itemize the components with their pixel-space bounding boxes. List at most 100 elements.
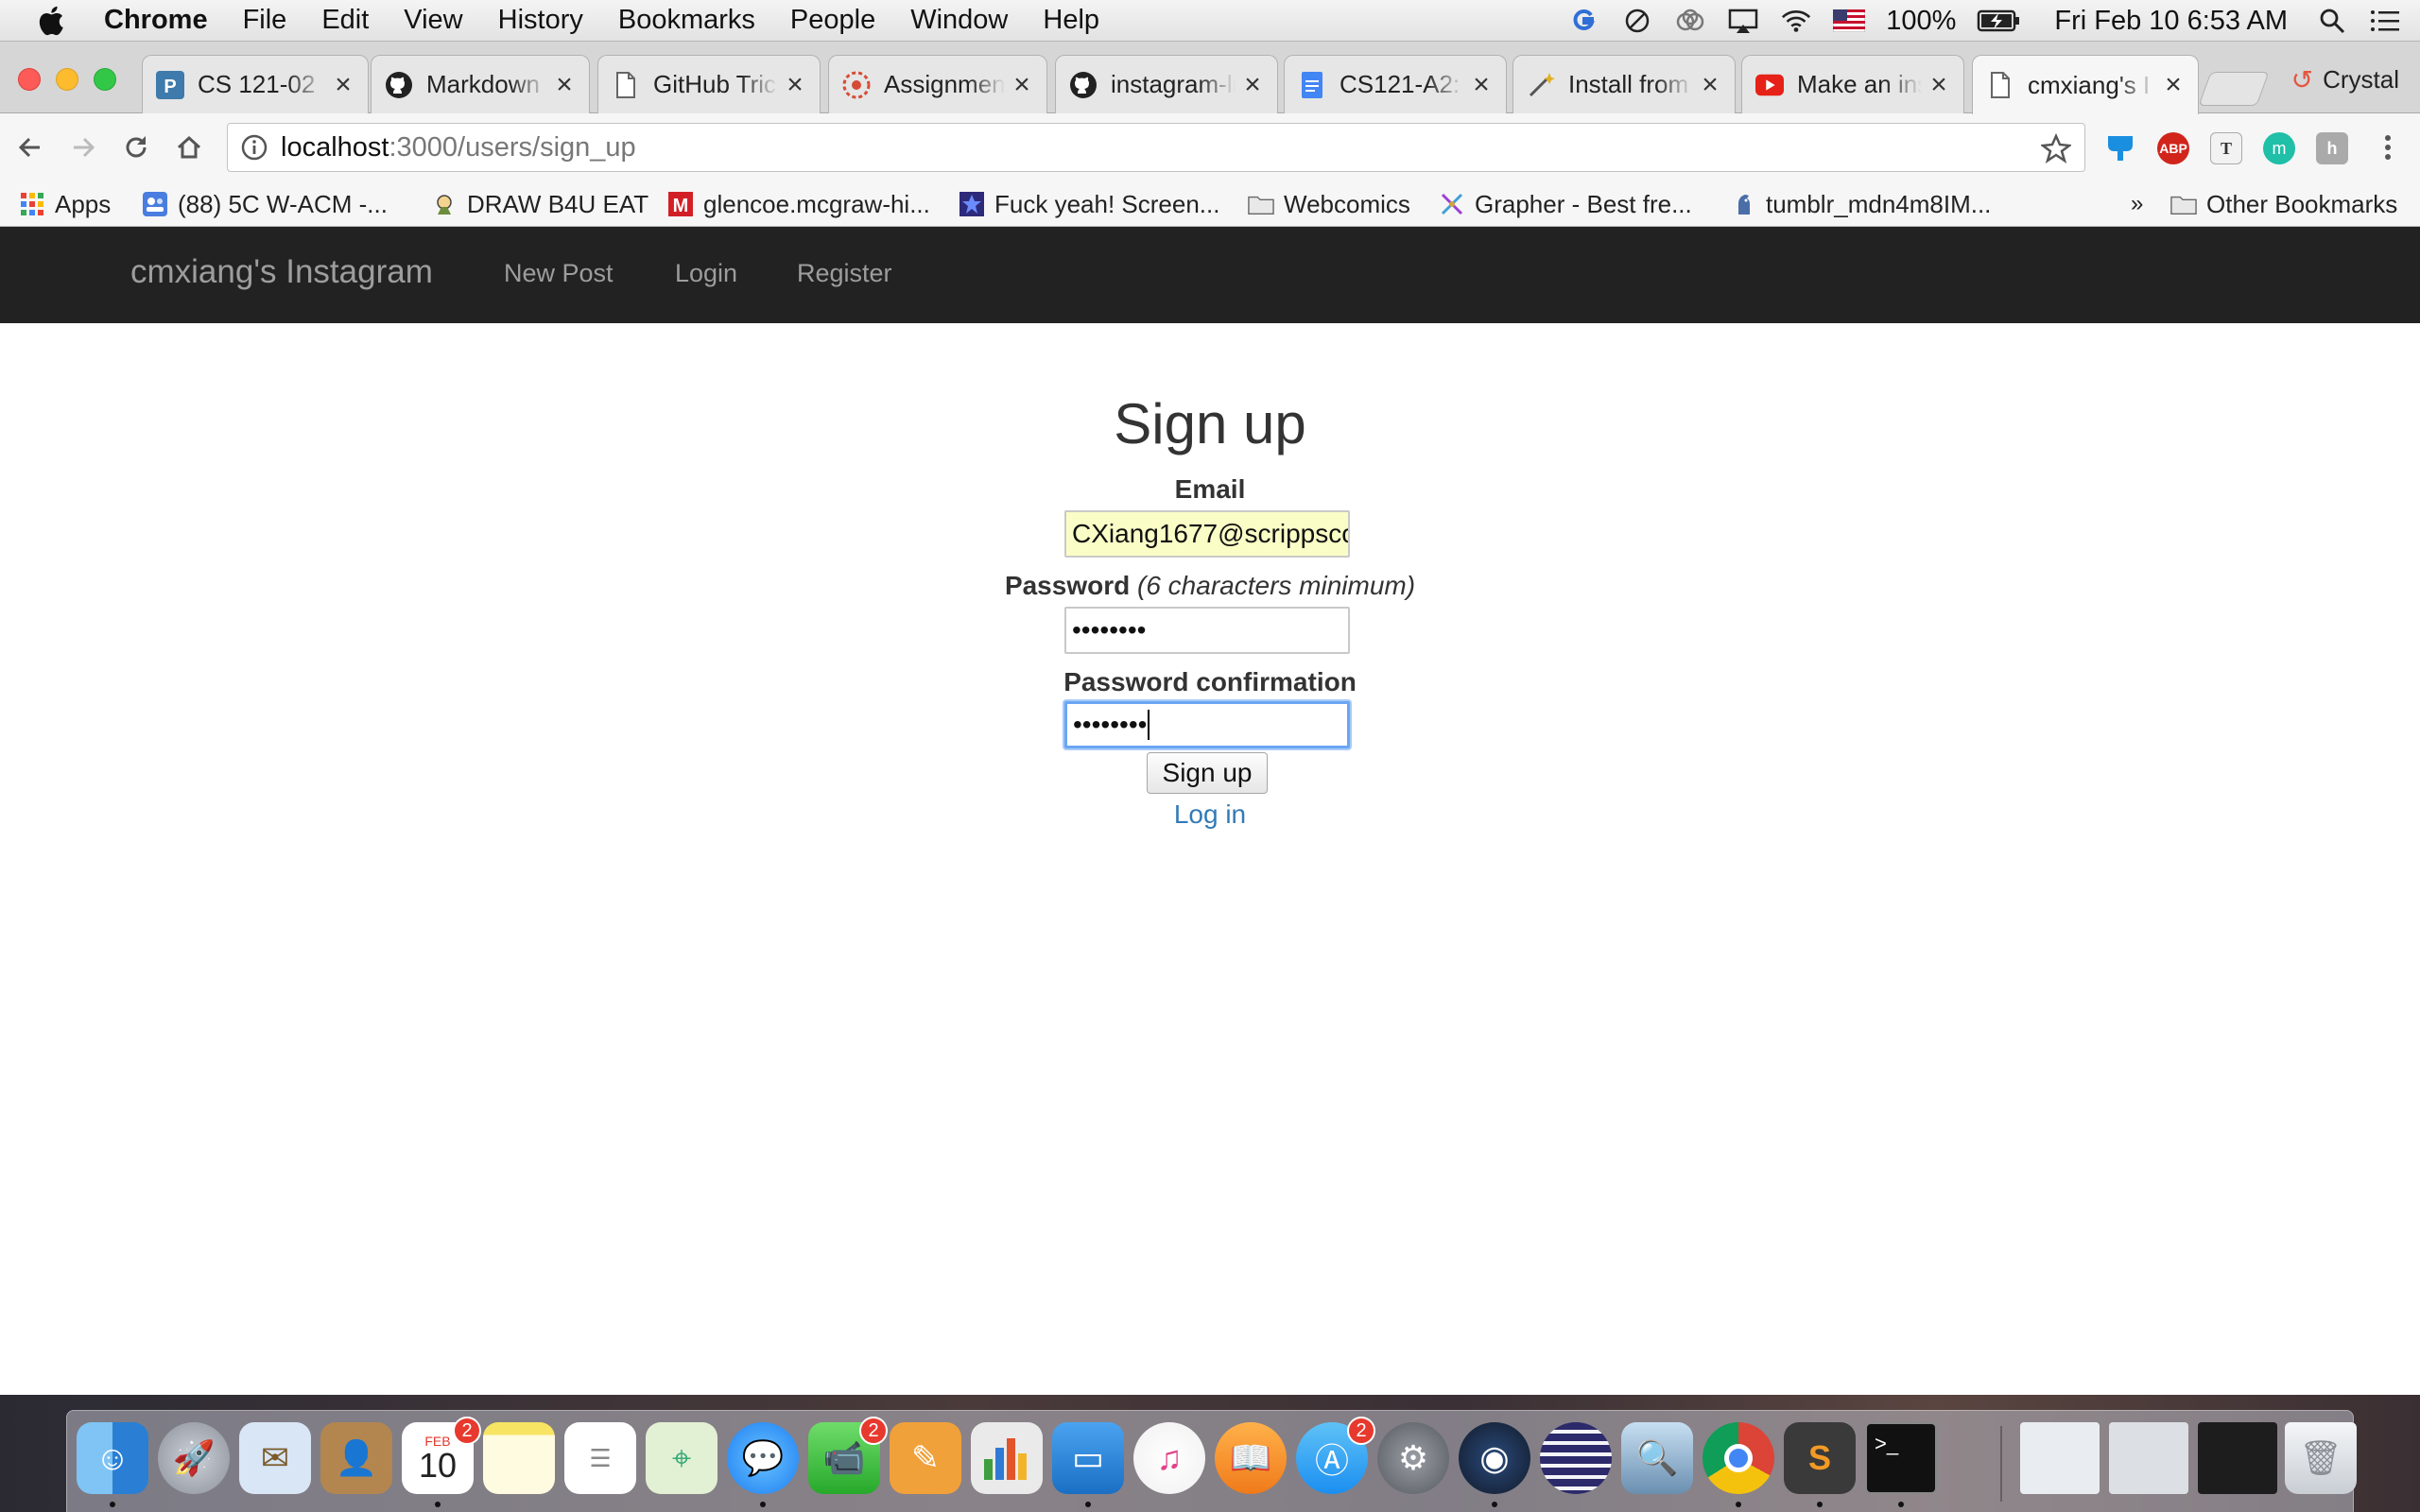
tab-close-icon[interactable]: × [784, 70, 806, 99]
site-info-icon[interactable] [241, 134, 268, 161]
sublime-text-icon[interactable]: S [1784, 1422, 1856, 1494]
tab-github-tricks[interactable]: GitHub Trick × [597, 55, 821, 113]
apple-menu-icon[interactable] [36, 4, 70, 38]
nav-new-post[interactable]: New Post [504, 259, 614, 288]
password-field[interactable]: •••••••• [1064, 607, 1350, 654]
profile-button[interactable]: ↺ Crystal [2291, 64, 2399, 95]
menu-edit[interactable]: Edit [321, 5, 369, 36]
trello-extension-icon[interactable] [2104, 132, 2136, 164]
reload-button[interactable] [115, 127, 157, 168]
contacts-icon[interactable]: 👤 [320, 1422, 392, 1494]
menu-bookmarks[interactable]: Bookmarks [618, 5, 755, 36]
bookmark-draw-b4u-eat[interactable]: DRAW B4U EAT [431, 189, 648, 219]
window-minimize-button[interactable] [56, 68, 78, 91]
nav-login[interactable]: Login [675, 259, 737, 288]
password-confirmation-field[interactable]: •••••••• [1064, 701, 1350, 748]
grammarly-icon[interactable] [1568, 5, 1600, 37]
tab-close-icon[interactable]: × [332, 70, 354, 99]
mail-icon[interactable]: ✉ [239, 1422, 311, 1494]
bookmark-glencoe[interactable]: M glencoe.mcgraw-hi... [667, 189, 930, 219]
tab-instagram-lite[interactable]: instagram-li × [1055, 55, 1278, 113]
messages-icon[interactable]: 💬 [727, 1422, 799, 1494]
facetime-icon[interactable]: 📹 2 [808, 1417, 888, 1494]
tab-youtube[interactable]: Make an ins × [1741, 55, 1964, 113]
us-flag-input-icon[interactable] [1833, 5, 1866, 37]
bookmark-folder-other[interactable]: Other Bookmarks [2170, 189, 2397, 219]
preview-icon[interactable]: 🔍 [1621, 1422, 1693, 1494]
email-field[interactable]: CXiang1677@scrippscollege.edu [1064, 510, 1350, 558]
address-bar[interactable]: localhost:3000/users/sign_up [227, 123, 2085, 172]
tab-close-icon[interactable]: × [1699, 70, 1721, 99]
bookmark-grapher[interactable]: Grapher - Best fre... [1439, 189, 1692, 219]
bookmark-screen[interactable]: Fuck yeah! Screen... [959, 189, 1219, 219]
sign-up-button[interactable]: Sign up [1147, 752, 1268, 794]
terminal-icon[interactable]: >_ [1865, 1422, 1937, 1494]
calendar-icon[interactable]: FEB 10 2 [402, 1417, 481, 1494]
tab-cs121-a2-doc[interactable]: CS121-A2: × [1284, 55, 1507, 113]
minimized-window-icon[interactable] [2109, 1422, 2188, 1494]
clock[interactable]: Fri Feb 10 6:53 AM [2054, 6, 2288, 37]
menu-file[interactable]: File [243, 5, 287, 36]
tab-close-icon[interactable]: × [1241, 70, 1264, 99]
nav-register[interactable]: Register [797, 259, 892, 288]
back-button[interactable] [9, 127, 51, 168]
login-link[interactable]: Log in [0, 799, 2420, 830]
tab-markdown[interactable]: Markdown C × [371, 55, 590, 113]
tab-assignment[interactable]: Assignment × [828, 55, 1047, 113]
tab-close-icon[interactable]: × [2162, 71, 2185, 99]
steam-icon[interactable]: ◉ [1459, 1422, 1530, 1494]
keynote-icon[interactable]: ▭ [1052, 1422, 1124, 1494]
site-brand-link[interactable]: cmxiang's Instagram [130, 253, 433, 291]
tab-cmxiang-instagram[interactable]: cmxiang's I × [1972, 55, 2199, 114]
chrome-menu-button[interactable] [2367, 127, 2409, 168]
battery-charging-icon[interactable] [1977, 5, 2020, 37]
adblock-plus-icon[interactable]: ABP [2157, 132, 2189, 164]
window-zoom-button[interactable] [94, 68, 116, 91]
menu-help[interactable]: Help [1043, 5, 1099, 36]
minimized-window-icon[interactable] [2020, 1422, 2100, 1494]
numbers-icon[interactable] [971, 1422, 1043, 1494]
reminders-icon[interactable]: ☰ [564, 1422, 636, 1494]
menu-history[interactable]: History [498, 5, 583, 36]
ibooks-icon[interactable]: 📖 [1215, 1422, 1287, 1494]
bookmarks-overflow-chevron[interactable]: » [2131, 189, 2143, 219]
tab-install-from[interactable]: Install from × [1512, 55, 1736, 113]
finder-icon[interactable]: ☺ [77, 1422, 148, 1494]
bookmark-5c-wacm[interactable]: (88) 5C W-ACM -... [142, 189, 388, 219]
bookmark-apps[interactable]: Apps [19, 189, 111, 219]
home-button[interactable] [168, 127, 210, 168]
minimized-window-icon[interactable] [2198, 1422, 2277, 1494]
do-not-disturb-icon[interactable] [1621, 5, 1653, 37]
spotlight-search-icon[interactable] [2316, 5, 2348, 37]
menu-app-name[interactable]: Chrome [104, 5, 208, 36]
itunes-icon[interactable]: ♫ [1133, 1422, 1205, 1494]
menu-window[interactable]: Window [910, 5, 1008, 36]
tab-close-icon[interactable]: × [1470, 70, 1493, 99]
notes-icon[interactable] [483, 1422, 555, 1494]
system-preferences-icon[interactable]: ⚙ [1377, 1422, 1449, 1494]
menu-view[interactable]: View [404, 5, 462, 36]
maps-icon[interactable]: ⌖ [646, 1422, 717, 1494]
window-close-button[interactable] [18, 68, 41, 91]
menu-people[interactable]: People [790, 5, 875, 36]
creative-cloud-icon[interactable] [1674, 5, 1706, 37]
bookmark-star-icon[interactable] [2041, 133, 2071, 163]
pages-icon[interactable]: ✎ [890, 1422, 961, 1494]
bookmark-folder-webcomics[interactable]: Webcomics [1248, 189, 1410, 219]
tab-close-icon[interactable]: × [1011, 70, 1033, 99]
forward-button[interactable] [62, 127, 104, 168]
chrome-icon[interactable] [1703, 1422, 1774, 1494]
bookmark-tumblr[interactable]: tumblr_mdn4m8IM... [1730, 189, 1991, 219]
notification-center-icon[interactable] [2369, 5, 2401, 37]
hypothesis-extension-icon[interactable]: h [2316, 132, 2348, 164]
tab-close-icon[interactable]: × [1927, 70, 1950, 99]
text-extension-icon[interactable]: T [2210, 132, 2242, 164]
tab-close-icon[interactable]: × [553, 70, 576, 99]
wifi-icon[interactable] [1780, 5, 1812, 37]
airplay-icon[interactable] [1727, 5, 1759, 37]
eclipse-icon[interactable] [1540, 1422, 1612, 1494]
tab-cs121-piazza[interactable]: P CS 121-02 × [142, 55, 369, 113]
trash-icon[interactable]: 🗑 [2285, 1422, 2357, 1494]
mercury-extension-icon[interactable]: m [2263, 132, 2295, 164]
new-tab-button[interactable] [2198, 72, 2270, 106]
